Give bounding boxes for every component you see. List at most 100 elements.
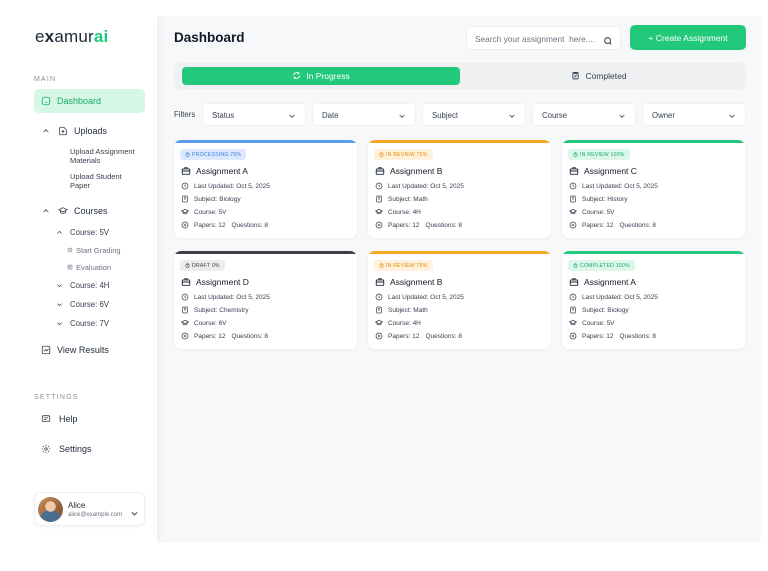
sidebar-item-settings[interactable]: Settings — [41, 444, 92, 454]
search-icon[interactable] — [603, 33, 613, 51]
sidebar-item-view-results[interactable]: View Results — [41, 345, 109, 355]
chevron-down-icon — [56, 320, 63, 327]
sidebar-item-label: Course: 5V — [70, 228, 110, 237]
filter-subject-select[interactable]: Subject — [422, 103, 526, 126]
search-box — [466, 26, 621, 50]
meta-text: Subject: Math — [388, 195, 428, 203]
chevron-down-icon — [509, 114, 515, 118]
sidebar-item-course-5v[interactable]: Course: 5V — [56, 228, 109, 237]
grading-icon — [67, 246, 73, 255]
papers-icon — [375, 221, 388, 229]
assignment-card[interactable]: DRAFT 0% Assignment D Last Updated: Oct 5,… — [174, 251, 357, 349]
timer-icon — [573, 263, 578, 268]
create-assignment-button[interactable]: + Create Assignment — [630, 25, 746, 50]
meta-text: Papers: 12 — [582, 332, 614, 340]
card-course: Course: 4H — [375, 319, 421, 327]
assignment-card[interactable]: IN REVIEW 75% Assignment B Last Updated: O… — [368, 140, 551, 238]
main-section-label: MAIN — [34, 76, 57, 83]
sidebar-item-courses[interactable]: Courses — [42, 206, 108, 216]
sidebar-item-course-6v[interactable]: Course: 6V — [56, 300, 109, 309]
sidebar-item-help[interactable]: Help — [41, 414, 78, 424]
assignment-card[interactable]: IN REVIEW 100% Assignment C Last Updated: … — [562, 140, 745, 238]
sidebar-item-label: Course: 7V — [70, 319, 110, 328]
graduation-cap-icon — [181, 208, 194, 216]
card-papers-questions: Papers: 12 Questions: 8 — [181, 332, 268, 340]
meta-text: Course: 6V — [194, 319, 227, 327]
meta-text: Questions: 8 — [619, 332, 656, 340]
briefcase-icon — [181, 277, 191, 287]
card-course: Course: 4H — [375, 208, 421, 216]
card-subject: Subject: Chemistry — [181, 306, 249, 314]
sidebar-item-start-grading[interactable]: Start Grading — [67, 246, 121, 255]
assignment-card[interactable]: COMPLETED 100% Assignment A Last Updated: … — [562, 251, 745, 349]
meta-text: Questions: 8 — [425, 221, 462, 229]
card-title[interactable]: Assignment C — [569, 166, 637, 176]
filter-status-select[interactable]: Status — [202, 103, 306, 126]
evaluation-icon — [67, 263, 73, 272]
meta-text: Papers: 12 — [388, 332, 420, 340]
graduation-cap-icon — [375, 319, 388, 327]
assignment-card[interactable]: PROCESSING 75% Assignment A Last Updated: … — [174, 140, 357, 238]
tab-completed[interactable]: Completed — [460, 67, 738, 85]
filter-date-select[interactable]: Date — [312, 103, 416, 126]
assignment-card[interactable]: IN REVIEW 75% Assignment B Last Updated: O… — [368, 251, 551, 349]
card-last-updated: Last Updated: Oct 5, 2025 — [181, 182, 270, 190]
meta-text: Papers: 12 — [194, 332, 226, 340]
status-badge: DRAFT 0% — [180, 260, 225, 271]
sidebar-item-upload-assignment[interactable]: Upload Assignment Materials — [70, 147, 150, 165]
card-last-updated: Last Updated: Oct 5, 2025 — [375, 182, 464, 190]
card-papers-questions: Papers: 12 Questions: 8 — [375, 221, 462, 229]
meta-text: Course: 4H — [388, 319, 421, 327]
chevron-up-icon — [56, 229, 63, 236]
card-last-updated: Last Updated: Oct 5, 2025 — [569, 182, 658, 190]
card-title[interactable]: Assignment B — [375, 166, 442, 176]
tab-label: In Progress — [306, 71, 350, 81]
chevron-down-icon — [729, 114, 735, 118]
card-title[interactable]: Assignment B — [375, 277, 442, 287]
tab-in-progress[interactable]: In Progress — [182, 67, 460, 85]
timer-icon — [379, 263, 384, 268]
card-papers-questions: Papers: 12 Questions: 8 — [181, 221, 268, 229]
sidebar-item-label: Settings — [59, 444, 92, 454]
meta-text: Last Updated: Oct 5, 2025 — [194, 293, 270, 301]
filter-label: Status — [212, 111, 235, 120]
tab-label: Completed — [585, 71, 627, 81]
sidebar-item-course-4h[interactable]: Course: 4H — [56, 281, 109, 290]
filter-owner-select[interactable]: Owner — [642, 103, 746, 126]
card-title[interactable]: Assignment A — [181, 166, 248, 176]
sidebar-item-label: Courses — [74, 206, 108, 216]
book-icon — [375, 195, 388, 203]
card-title[interactable]: Assignment A — [569, 277, 636, 287]
card-subject: Subject: History — [569, 195, 628, 203]
briefcase-icon — [375, 166, 385, 176]
sidebar-item-evaluation[interactable]: Evaluation — [67, 263, 111, 272]
graduation-cap-icon — [375, 208, 388, 216]
sidebar-item-uploads[interactable]: Uploads — [42, 126, 107, 136]
chevron-down-icon — [56, 282, 63, 289]
meta-text: Subject: History — [582, 195, 628, 203]
sidebar-item-label: Start Grading — [76, 246, 121, 255]
timer-icon — [573, 152, 578, 157]
filter-course-select[interactable]: Course — [532, 103, 636, 126]
upload-file-icon — [58, 126, 68, 136]
status-badge-label: IN REVIEW 75% — [386, 262, 428, 269]
sidebar-item-dashboard[interactable]: Dashboard — [34, 89, 145, 113]
status-badge: IN REVIEW 100% — [568, 149, 630, 160]
user-profile-menu[interactable]: Alice alice@example.com — [34, 492, 145, 526]
sidebar-item-upload-student-paper[interactable]: Upload Student Paper — [70, 172, 140, 190]
meta-text: Last Updated: Oct 5, 2025 — [582, 293, 658, 301]
brand-logo[interactable]: examurai — [35, 27, 108, 47]
card-course: Course: 6V — [181, 319, 227, 327]
card-papers-questions: Papers: 12 Questions: 8 — [375, 332, 462, 340]
status-badge-label: PROCESSING 75% — [192, 151, 242, 158]
graduation-cap-icon — [569, 319, 582, 327]
sidebar-item-course-7v[interactable]: Course: 7V — [56, 319, 109, 328]
search-input[interactable] — [475, 32, 601, 45]
card-title[interactable]: Assignment D — [181, 277, 249, 287]
briefcase-icon — [375, 277, 385, 287]
status-badge: COMPLETED 100% — [568, 260, 635, 271]
status-badge: IN REVIEW 75% — [374, 149, 433, 160]
logo-part: ai — [93, 27, 109, 46]
meta-text: Papers: 12 — [388, 221, 420, 229]
user-email: alice@example.com — [68, 512, 123, 518]
